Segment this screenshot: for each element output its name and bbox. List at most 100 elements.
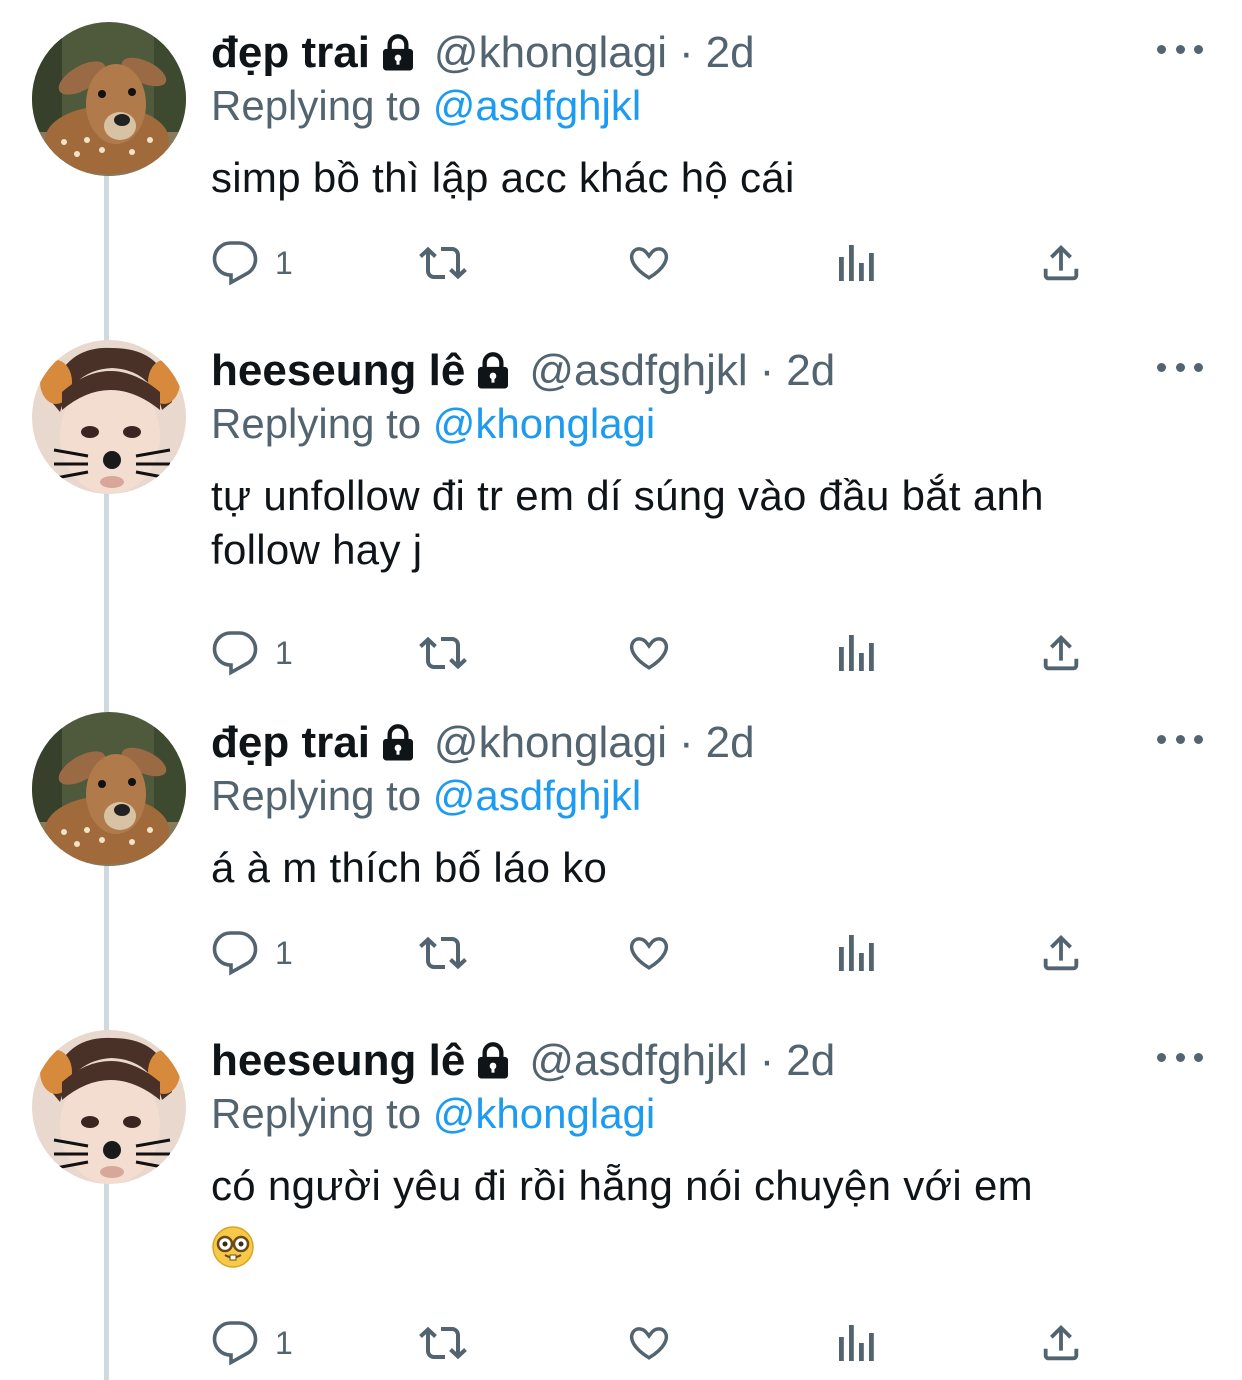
replying-to-label: Replying to — [211, 400, 422, 447]
heart-icon — [623, 1317, 675, 1369]
views-button[interactable] — [835, 923, 879, 983]
views-button[interactable] — [835, 623, 879, 683]
retweet-button[interactable] — [415, 923, 471, 983]
replying-to: Replying to @asdfghjkl — [211, 772, 641, 820]
reply-button[interactable]: 1 — [211, 923, 293, 983]
more-icon[interactable] — [1157, 724, 1203, 754]
user-handle[interactable]: @khonglagi — [434, 721, 667, 765]
tweet-actions: 1 — [211, 1313, 1111, 1373]
share-button[interactable] — [1038, 623, 1084, 683]
analytics-icon — [835, 629, 879, 677]
tweet-text: tự unfollow đi tr em dí súng vào đầu bắt… — [211, 469, 1211, 577]
retweet-button[interactable] — [415, 233, 471, 293]
more-icon[interactable] — [1157, 352, 1203, 382]
avatar[interactable] — [32, 712, 186, 866]
timestamp[interactable]: 2d — [786, 1039, 835, 1083]
more-icon[interactable] — [1157, 34, 1203, 64]
share-icon — [1038, 1319, 1084, 1367]
separator-dot: · — [759, 1036, 775, 1085]
avatar[interactable] — [32, 22, 186, 176]
replying-to: Replying to @asdfghjkl — [211, 82, 641, 130]
replying-to-label: Replying to — [211, 772, 422, 819]
like-button[interactable] — [623, 623, 675, 683]
share-icon — [1038, 629, 1084, 677]
lock-icon — [473, 1041, 513, 1081]
display-name[interactable]: đẹp trai — [211, 721, 370, 765]
replying-to: Replying to @khonglagi — [211, 400, 655, 448]
tweet-header: heeseung lê @asdfghjkl · 2d — [211, 1034, 835, 1088]
tweet-actions: 1 — [211, 623, 1111, 683]
tweet-text-line: á à m thích bố láo ko — [211, 844, 608, 891]
mention-link[interactable]: @khonglagi — [433, 1090, 655, 1137]
views-button[interactable] — [835, 1313, 879, 1373]
user-handle[interactable]: @asdfghjkl — [529, 349, 747, 393]
reply-count: 1 — [275, 634, 293, 671]
like-button[interactable] — [623, 923, 675, 983]
heart-icon — [623, 627, 675, 679]
reply-icon — [211, 239, 259, 287]
reply-icon — [211, 929, 259, 977]
retweet-button[interactable] — [415, 1313, 471, 1373]
user-handle[interactable]: @asdfghjkl — [529, 1039, 747, 1083]
replying-to-label: Replying to — [211, 82, 422, 129]
like-button[interactable] — [623, 233, 675, 293]
reply-count: 1 — [275, 1324, 293, 1361]
display-name[interactable]: đẹp trai — [211, 31, 370, 75]
nerd-face-icon — [211, 1220, 255, 1268]
heart-icon — [623, 927, 675, 979]
tweet-header: đẹp trai @khonglagi · 2d — [211, 716, 755, 770]
retweet-icon — [415, 1319, 471, 1367]
tweet-header: heeseung lê @asdfghjkl · 2d — [211, 344, 835, 398]
tweet-text: simp bồ thì lập acc khác hộ cái — [211, 151, 1211, 205]
share-icon — [1038, 239, 1084, 287]
tweet-actions: 1 — [211, 233, 1111, 293]
reply-icon — [211, 1319, 259, 1367]
reply-count: 1 — [275, 244, 293, 281]
share-button[interactable] — [1038, 1313, 1084, 1373]
lock-icon — [473, 351, 513, 391]
mention-link[interactable]: @asdfghjkl — [433, 82, 641, 129]
tweet-text: á à m thích bố láo ko — [211, 841, 1211, 895]
reply-icon — [211, 629, 259, 677]
retweet-icon — [415, 629, 471, 677]
tweet-actions: 1 — [211, 923, 1111, 983]
lock-icon — [378, 33, 418, 73]
timestamp[interactable]: 2d — [706, 31, 755, 75]
share-button[interactable] — [1038, 233, 1084, 293]
tweet-text-line: có người yêu đi rồi hẵng nói chuyện với … — [211, 1162, 1033, 1209]
reply-button[interactable]: 1 — [211, 1313, 293, 1373]
tweet-text-line: tự unfollow đi tr em dí súng vào đầu bắt… — [211, 472, 1044, 519]
display-name[interactable]: heeseung lê — [211, 1039, 465, 1083]
mention-link[interactable]: @asdfghjkl — [433, 772, 641, 819]
reply-button[interactable]: 1 — [211, 623, 293, 683]
avatar[interactable] — [32, 340, 186, 494]
separator-dot: · — [678, 718, 694, 767]
tweet-text: có người yêu đi rồi hẵng nói chuyện với … — [211, 1159, 1211, 1271]
mention-link[interactable]: @khonglagi — [433, 400, 655, 447]
tweet-text-line: follow hay j — [211, 526, 423, 573]
retweet-icon — [415, 929, 471, 977]
separator-dot: · — [759, 346, 775, 395]
lock-icon — [378, 723, 418, 763]
analytics-icon — [835, 929, 879, 977]
heart-icon — [623, 237, 675, 289]
separator-dot: · — [678, 28, 694, 77]
reply-count: 1 — [275, 934, 293, 971]
timestamp[interactable]: 2d — [786, 349, 835, 393]
tweet-header: đẹp trai @khonglagi · 2d — [211, 26, 755, 80]
analytics-icon — [835, 1319, 879, 1367]
timestamp[interactable]: 2d — [706, 721, 755, 765]
reply-button[interactable]: 1 — [211, 233, 293, 293]
avatar[interactable] — [32, 1030, 186, 1184]
like-button[interactable] — [623, 1313, 675, 1373]
replying-to: Replying to @khonglagi — [211, 1090, 655, 1138]
display-name[interactable]: heeseung lê — [211, 349, 465, 393]
retweet-icon — [415, 239, 471, 287]
user-handle[interactable]: @khonglagi — [434, 31, 667, 75]
share-button[interactable] — [1038, 923, 1084, 983]
retweet-button[interactable] — [415, 623, 471, 683]
views-button[interactable] — [835, 233, 879, 293]
more-icon[interactable] — [1157, 1042, 1203, 1072]
share-icon — [1038, 929, 1084, 977]
analytics-icon — [835, 239, 879, 287]
